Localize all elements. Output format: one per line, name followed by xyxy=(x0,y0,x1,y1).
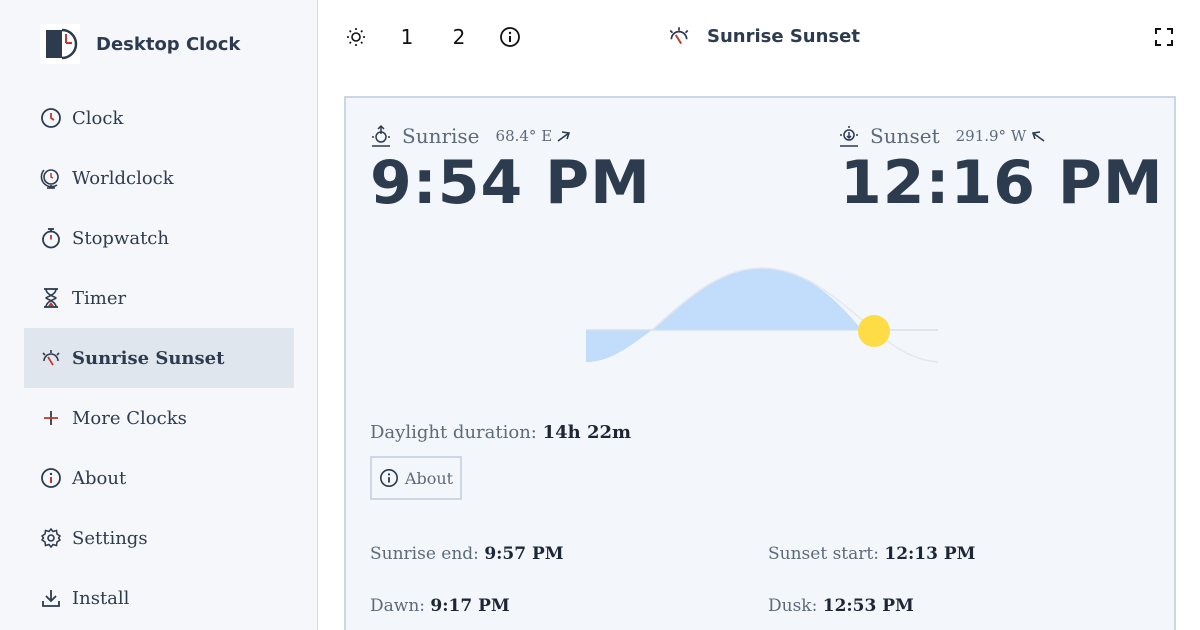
sunset-time: 12:16 PM xyxy=(840,148,1164,218)
sun-path-diagram xyxy=(586,267,938,363)
info-button[interactable] xyxy=(499,22,521,52)
dusk-label: Dusk: xyxy=(768,596,818,616)
sidebar-item-sunrise-sunset[interactable]: Sunrise Sunset xyxy=(24,328,294,388)
page-title-group: Sunrise Sunset xyxy=(667,20,860,52)
sidebar: Desktop Clock Clock Worldclock Stopwatch… xyxy=(0,0,318,630)
info-icon xyxy=(379,469,398,487)
dawn-detail: Dawn: 9:17 PM xyxy=(370,596,510,616)
app-logo xyxy=(40,24,80,64)
about-button-label: About xyxy=(404,468,454,488)
sunset-start-value: 12:13 PM xyxy=(884,544,976,564)
sunrise-time: 9:54 PM xyxy=(370,148,651,218)
sunrise-end-detail: Sunrise end: 9:57 PM xyxy=(370,544,564,564)
theme-toggle-button[interactable] xyxy=(345,22,367,52)
dawn-label: Dawn: xyxy=(370,596,425,616)
daylight-value: 14h 22m xyxy=(542,422,632,443)
sunrise-end-value: 9:57 PM xyxy=(484,544,564,564)
sidebar-item-stopwatch[interactable]: Stopwatch xyxy=(24,208,294,268)
download-icon xyxy=(40,587,62,609)
sunrise-label: Sunrise xyxy=(402,124,480,148)
sidebar-item-label: Timer xyxy=(72,287,127,309)
sunrise-sunset-card: Sunrise 68.4° E 9:54 PM Sunset 291.9° W … xyxy=(344,96,1176,630)
sunrise-sunset-icon xyxy=(40,347,62,369)
sidebar-item-settings[interactable]: Settings xyxy=(24,508,294,568)
sidebar-item-label: Settings xyxy=(72,527,148,549)
sunrise-header: Sunrise 68.4° E xyxy=(370,124,582,148)
sunrise-sunset-icon xyxy=(669,27,689,45)
sunrise-icon xyxy=(372,124,390,147)
layout-1-button[interactable]: 1 xyxy=(397,22,417,52)
sidebar-item-about[interactable]: About xyxy=(24,448,294,508)
daylight-label: Daylight duration: xyxy=(370,422,537,443)
hourglass-icon xyxy=(40,287,62,309)
fullscreen-icon xyxy=(1155,28,1173,46)
layout-2-button[interactable]: 2 xyxy=(449,22,469,52)
sidebar-item-label: About xyxy=(72,467,127,489)
dawn-value: 9:17 PM xyxy=(430,596,510,616)
dusk-value: 12:53 PM xyxy=(822,596,914,616)
app-name: Desktop Clock xyxy=(96,33,241,55)
sidebar-item-label: Sunrise Sunset xyxy=(72,347,225,369)
daylight-area xyxy=(586,268,862,362)
sunset-label: Sunset xyxy=(870,124,940,148)
sunset-icon xyxy=(840,126,858,147)
sunrise-bearing: 68.4° E xyxy=(495,127,553,145)
sidebar-nav: Clock Worldclock Stopwatch Timer Sunrise… xyxy=(24,88,294,628)
sidebar-item-label: Worldclock xyxy=(72,167,174,189)
sidebar-item-more-clocks[interactable]: More Clocks xyxy=(24,388,294,448)
sidebar-item-clock[interactable]: Clock xyxy=(24,88,294,148)
info-icon xyxy=(500,27,520,47)
sun-marker xyxy=(858,315,890,347)
sunset-start-label: Sunset start: xyxy=(768,544,879,564)
sidebar-item-label: Install xyxy=(72,587,130,609)
sunset-header: Sunset 291.9° W xyxy=(838,124,1056,148)
globe-clock-icon xyxy=(40,167,62,189)
info-icon xyxy=(40,467,62,489)
sunset-start-detail: Sunset start: 12:13 PM xyxy=(768,544,975,564)
daylight-duration: Daylight duration: 14h 22m xyxy=(370,422,631,443)
stopwatch-icon xyxy=(40,227,62,249)
sunset-bearing: 291.9° W xyxy=(955,127,1027,145)
top-bar: 1 2 Sunrise Sunset xyxy=(319,0,1200,72)
sidebar-item-label: Stopwatch xyxy=(72,227,169,249)
arrow-up-left-icon xyxy=(1032,131,1045,142)
plus-icon xyxy=(40,407,62,429)
sun-icon xyxy=(347,28,365,46)
sidebar-item-label: Clock xyxy=(72,107,124,129)
page-title: Sunrise Sunset xyxy=(707,25,860,47)
brand[interactable]: Desktop Clock xyxy=(40,24,240,64)
sidebar-item-label: More Clocks xyxy=(72,407,187,429)
sidebar-item-install[interactable]: Install xyxy=(24,568,294,628)
arrow-up-right-icon xyxy=(557,131,571,142)
sunrise-end-label: Sunrise end: xyxy=(370,544,479,564)
clock-icon xyxy=(40,107,62,129)
sidebar-item-timer[interactable]: Timer xyxy=(24,268,294,328)
gear-icon xyxy=(40,527,62,549)
dusk-detail: Dusk: 12:53 PM xyxy=(768,596,914,616)
night-area xyxy=(586,330,652,362)
sidebar-item-worldclock[interactable]: Worldclock xyxy=(24,148,294,208)
fullscreen-button[interactable] xyxy=(1153,22,1175,52)
about-button[interactable]: About xyxy=(370,456,462,500)
